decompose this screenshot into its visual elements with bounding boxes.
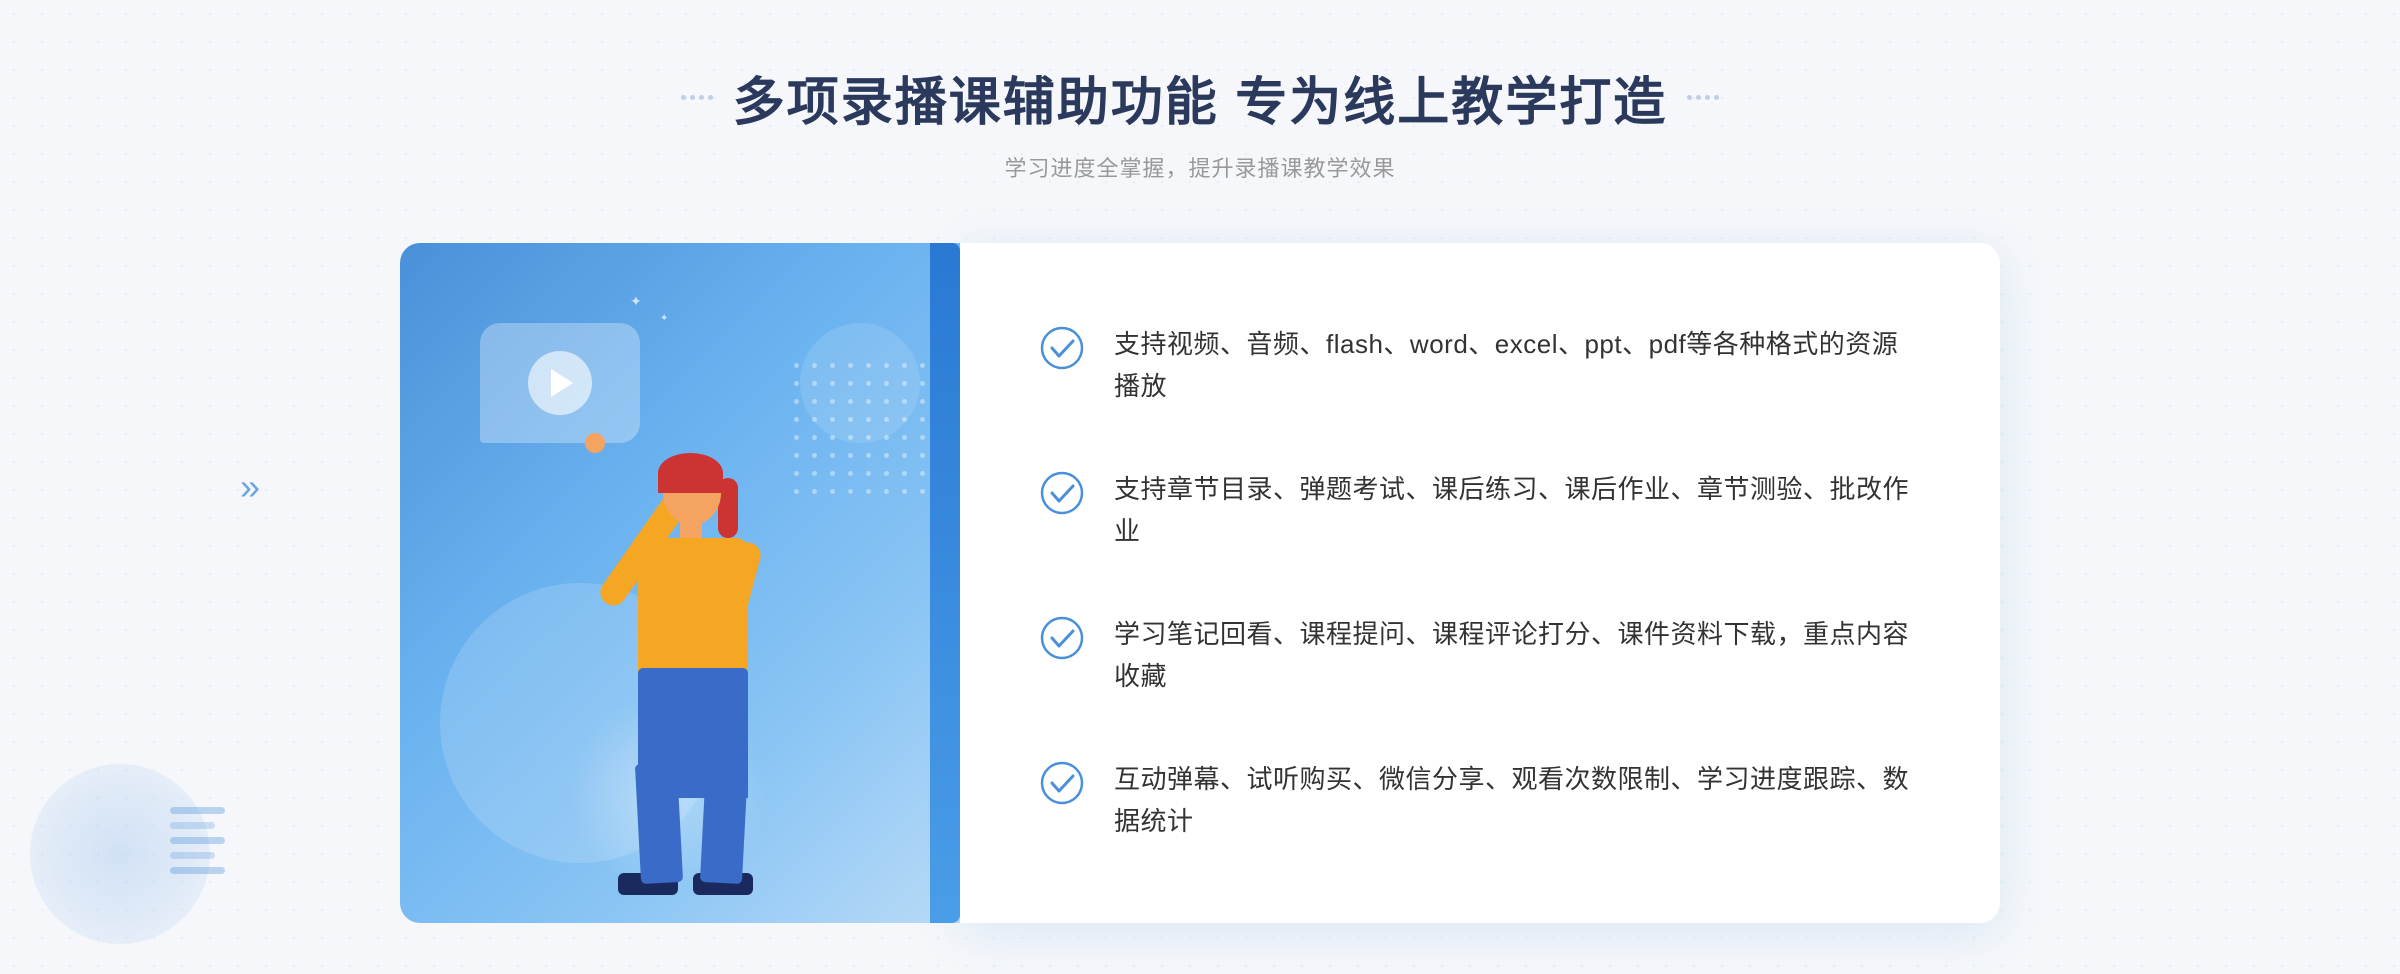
grid-dot — [848, 489, 853, 494]
stripe-4 — [170, 852, 215, 859]
panel-inner: ✦ ✦ — [400, 243, 960, 923]
grid-dot — [902, 435, 907, 440]
grid-dot — [866, 453, 871, 458]
sparkle-2: ✦ — [660, 313, 668, 324]
title-row: 多项录播课辅助功能 专为线上教学打造 — [681, 60, 1719, 135]
play-triangle-icon — [551, 369, 573, 397]
grid-dot — [866, 471, 871, 476]
title-decorator-right — [1687, 95, 1719, 100]
feature-item-1: 支持视频、音频、flash、word、excel、ppt、pdf等各种格式的资源… — [1040, 304, 1920, 427]
title-decorator-left — [681, 95, 713, 100]
grid-dot — [866, 489, 871, 494]
grid-dot — [794, 417, 799, 422]
person-leg-left — [635, 762, 683, 884]
dot-6 — [1696, 95, 1701, 100]
dot-3 — [699, 95, 704, 100]
content-area: ✦ ✦ — [400, 243, 2000, 923]
grid-dot — [794, 381, 799, 386]
page-subtitle: 学习进度全掌握，提升录播课教学效果 — [681, 151, 1719, 183]
accent-bar — [930, 243, 960, 923]
feature-text-4: 互动弹幕、试听购买、微信分享、观看次数限制、学习进度跟踪、数据统计 — [1114, 759, 1920, 842]
stripe-5 — [170, 867, 225, 874]
page-title: 多项录播课辅助功能 专为线上教学打造 — [733, 60, 1667, 135]
grid-dot — [920, 399, 925, 404]
check-icon-1 — [1040, 326, 1084, 370]
person-figure — [563, 423, 823, 923]
grid-dot — [920, 435, 925, 440]
grid-dot — [830, 471, 835, 476]
stripe-3 — [170, 837, 225, 844]
grid-dot — [902, 489, 907, 494]
sparkle-1: ✦ — [630, 293, 642, 310]
feature-text-1: 支持视频、音频、flash、word、excel、ppt、pdf等各种格式的资源… — [1114, 324, 1920, 407]
check-icon-3 — [1040, 616, 1084, 660]
grid-dot — [902, 471, 907, 476]
grid-dot — [920, 489, 925, 494]
grid-dot — [830, 489, 835, 494]
grid-dot — [848, 471, 853, 476]
features-panel: 支持视频、音频、flash、word、excel、ppt、pdf等各种格式的资源… — [960, 243, 2000, 923]
grid-dot — [794, 363, 799, 368]
feature-item-3: 学习笔记回看、课程提问、课程评论打分、课件资料下载，重点内容收藏 — [1040, 594, 1920, 717]
grid-dot — [920, 417, 925, 422]
person-leg-right — [700, 762, 748, 884]
grid-dot — [830, 453, 835, 458]
check-icon-2 — [1040, 471, 1084, 515]
grid-dot — [848, 453, 853, 458]
grid-dot — [920, 453, 925, 458]
main-container: 多项录播课辅助功能 专为线上教学打造 学习进度全掌握，提升录播课教学效果 » — [0, 0, 2400, 974]
grid-dot — [920, 471, 925, 476]
stripe-1 — [170, 807, 225, 814]
grid-dot — [920, 363, 925, 368]
dot-8 — [1714, 95, 1719, 100]
stripe-2 — [170, 822, 215, 829]
stripes-decoration — [170, 807, 225, 874]
grid-dot — [794, 399, 799, 404]
person-hair — [658, 453, 723, 493]
header-section: 多项录播课辅助功能 专为线上教学打造 学习进度全掌握，提升录播课教学效果 — [681, 60, 1719, 183]
feature-item-4: 互动弹幕、试听购买、微信分享、观看次数限制、学习进度跟踪、数据统计 — [1040, 739, 1920, 862]
grid-dot — [902, 453, 907, 458]
dot-7 — [1705, 95, 1710, 100]
feature-text-3: 学习笔记回看、课程提问、课程评论打分、课件资料下载，重点内容收藏 — [1114, 614, 1920, 697]
left-illustration-panel: ✦ ✦ — [400, 243, 960, 923]
check-icon-4 — [1040, 761, 1084, 805]
dot-5 — [1687, 95, 1692, 100]
dot-1 — [681, 95, 686, 100]
grid-dot — [884, 489, 889, 494]
person-hand-left — [585, 433, 605, 453]
play-icon-circle — [528, 351, 592, 415]
grid-dot — [920, 381, 925, 386]
feature-item-2: 支持章节目录、弹题考试、课后练习、课后作业、章节测验、批改作业 — [1040, 449, 1920, 572]
dot-2 — [690, 95, 695, 100]
left-chevron-icon: » — [240, 466, 260, 508]
grid-dot — [884, 471, 889, 476]
dot-4 — [708, 95, 713, 100]
feature-text-2: 支持章节目录、弹题考试、课后练习、课后作业、章节测验、批改作业 — [1114, 469, 1920, 552]
grid-dot — [884, 453, 889, 458]
person-body — [638, 538, 748, 678]
